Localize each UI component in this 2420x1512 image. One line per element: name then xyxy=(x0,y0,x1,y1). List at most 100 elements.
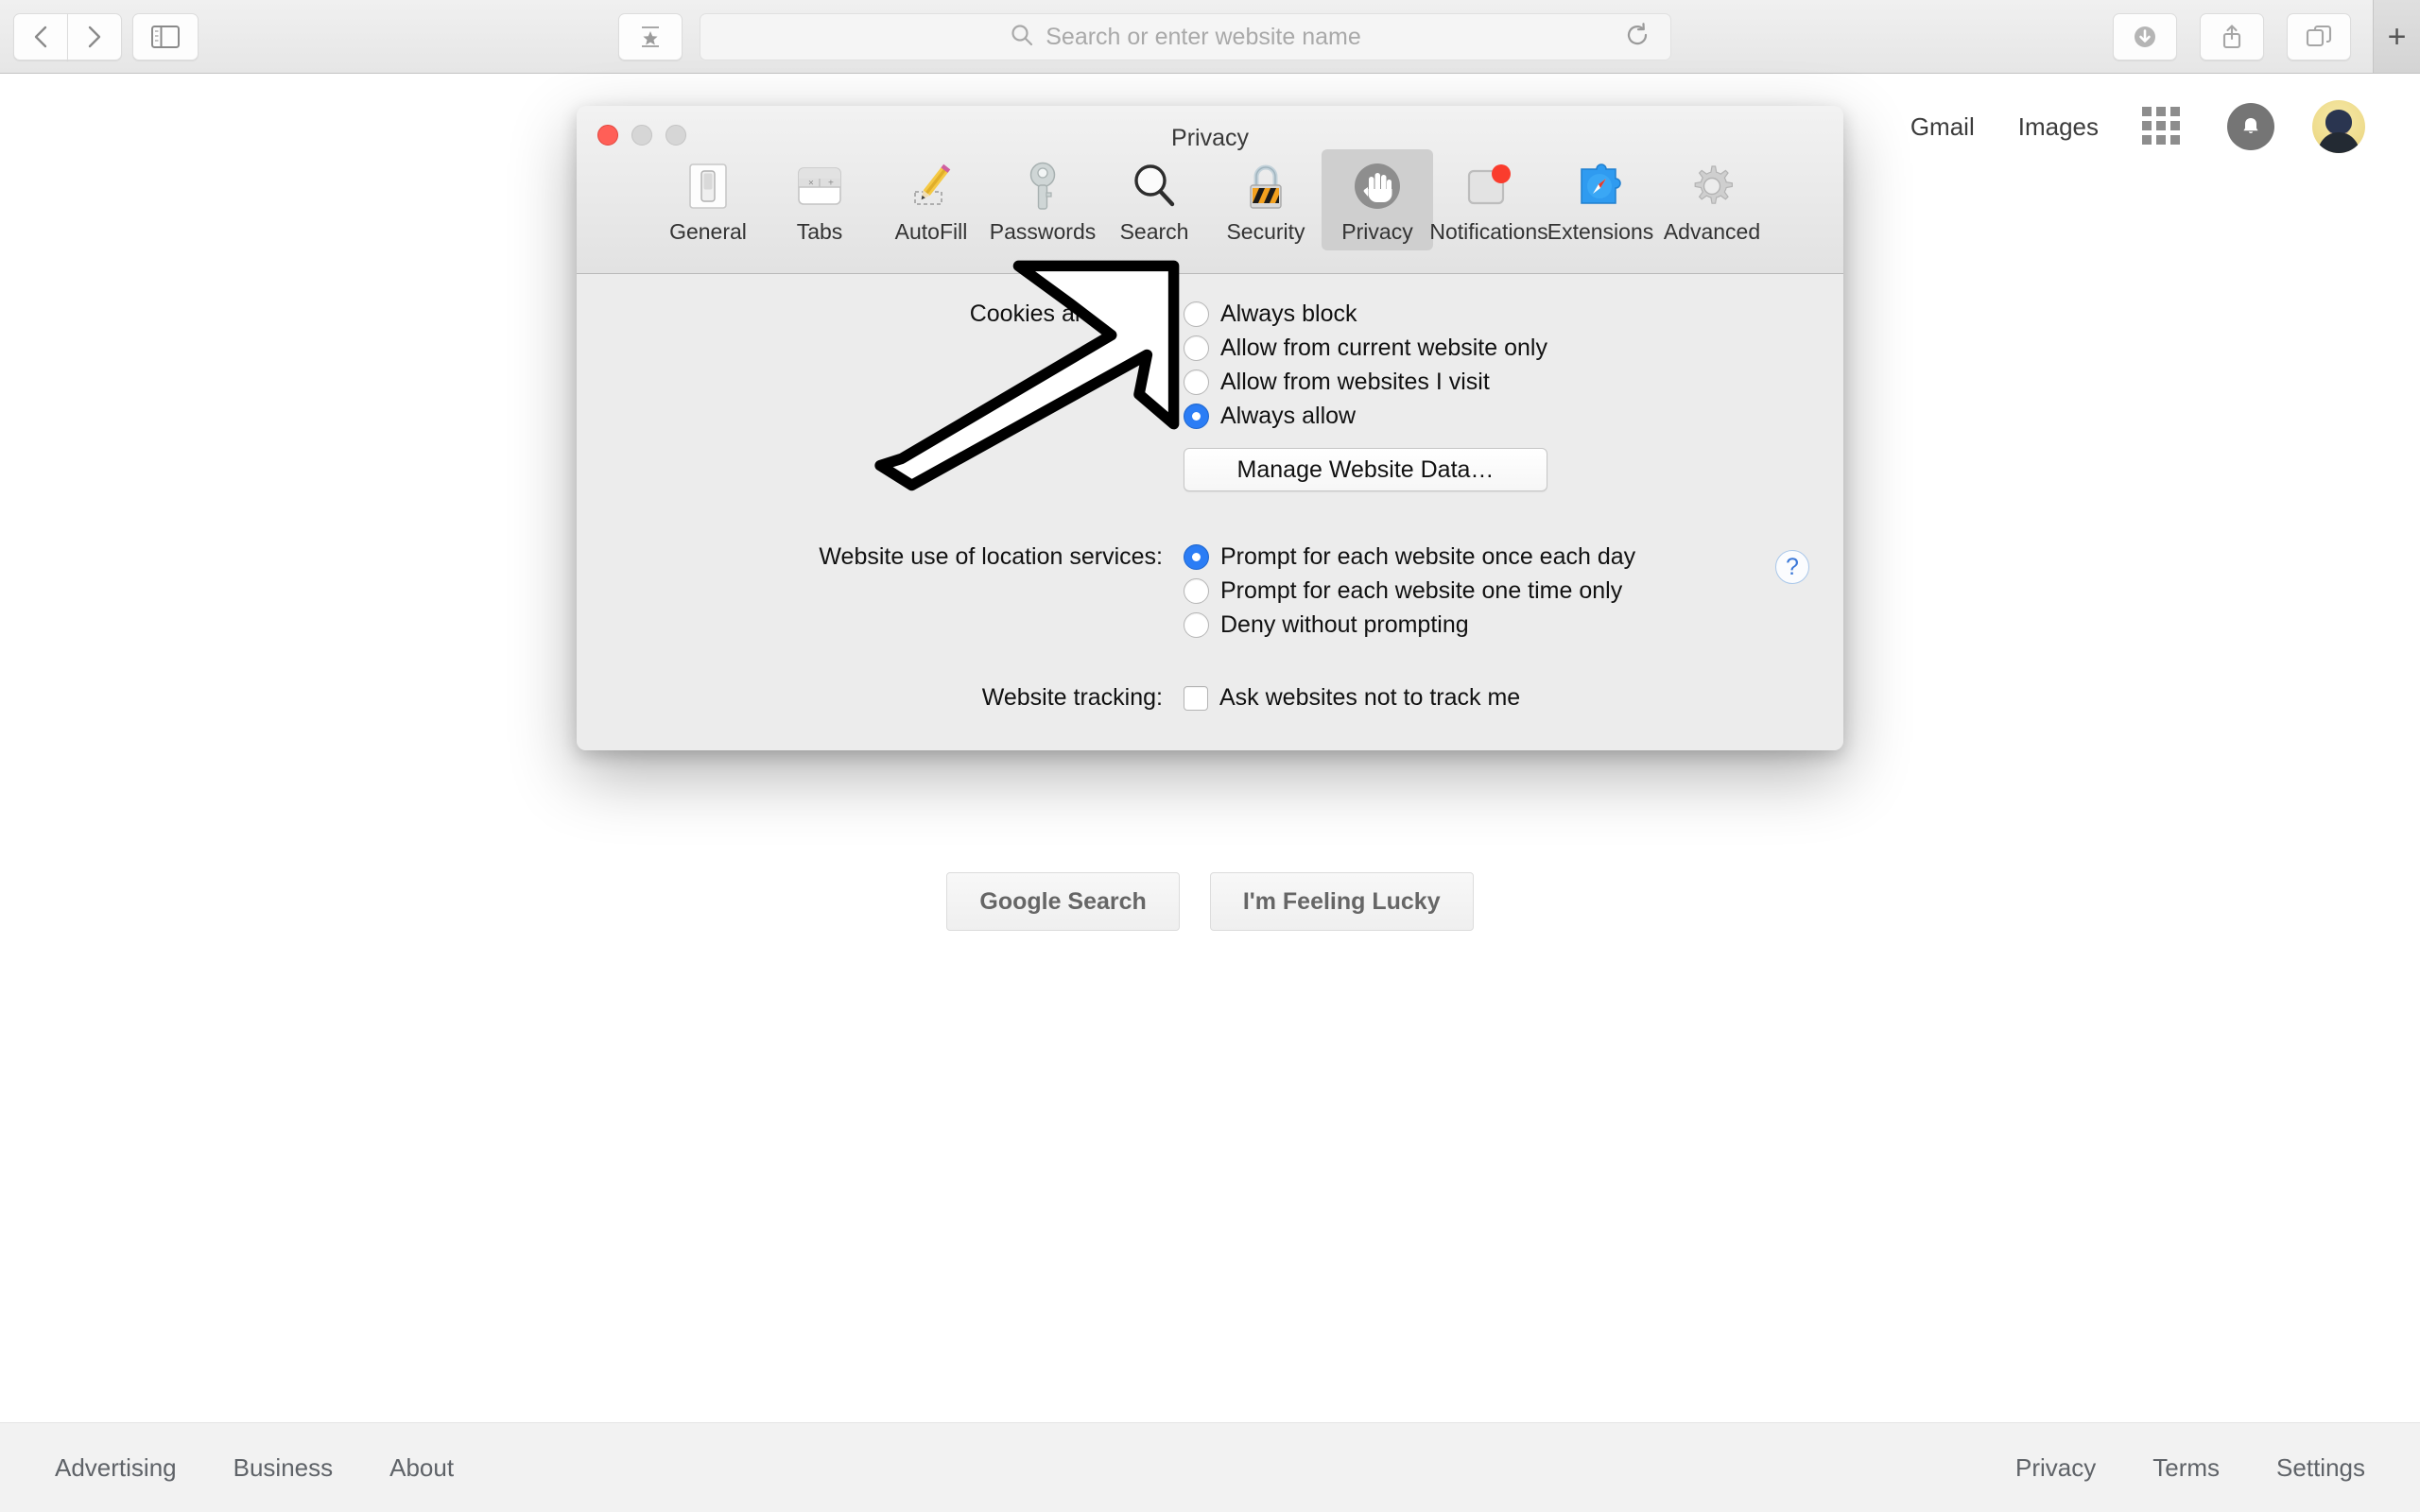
toolbar-tab-advanced[interactable]: Advanced xyxy=(1656,149,1768,250)
new-tab-label: + xyxy=(2387,18,2407,55)
radio-label: Allow from websites I visit xyxy=(1220,369,1490,395)
manage-website-data-button[interactable]: Manage Website Data… xyxy=(1184,448,1547,491)
preferences-toolbar: General × + Tabs AutoFill Passwords Sear… xyxy=(577,149,1843,250)
key-icon xyxy=(1013,157,1072,215)
footer-link-privacy[interactable]: Privacy xyxy=(2015,1453,2096,1483)
address-bar[interactable]: Search or enter website name xyxy=(700,13,1671,60)
browser-toolbar: Search or enter website name + xyxy=(0,0,2420,74)
radio-label: Prompt for each website once each day xyxy=(1220,543,1636,570)
toolbar-tab-label: Security xyxy=(1226,219,1305,244)
footer-link-about[interactable]: About xyxy=(389,1453,454,1483)
google-search-buttons: Google Search I'm Feeling Lucky xyxy=(0,872,2420,931)
new-tab-button[interactable]: + xyxy=(2373,0,2420,73)
radio-indicator[interactable] xyxy=(1184,404,1209,429)
tab-overview-icon xyxy=(2305,24,2333,50)
location-option-one-time-only[interactable]: Prompt for each website one time only xyxy=(1184,577,1635,605)
puzzle-compass-icon xyxy=(1571,157,1630,215)
download-icon xyxy=(2131,23,2159,51)
chevron-left-icon xyxy=(30,23,51,51)
cookies-section-label: Cookies and webs xyxy=(969,301,1163,327)
tabs-icon: × + xyxy=(790,157,849,215)
radio-label: Always block xyxy=(1220,301,1357,327)
location-option-once-each-day[interactable]: Prompt for each website once each day xyxy=(1184,543,1635,571)
website-tracking-section: Website tracking: Ask websites not to tr… xyxy=(577,684,1843,712)
magnifier-icon xyxy=(1125,157,1184,215)
bookmark-star-icon xyxy=(638,23,663,51)
notification-badge-icon xyxy=(1460,157,1518,215)
footer-link-business[interactable]: Business xyxy=(233,1453,334,1483)
footer-links-left: Advertising Business About xyxy=(55,1453,454,1483)
radio-indicator[interactable] xyxy=(1184,578,1209,604)
search-icon xyxy=(1010,23,1034,52)
bookmark-button[interactable] xyxy=(618,13,683,60)
radio-label: Allow from current website only xyxy=(1220,335,1547,361)
toolbar-tab-label: Extensions xyxy=(1547,219,1654,244)
toolbar-tab-security[interactable]: Security xyxy=(1210,149,1322,250)
sidebar-toggle-button[interactable] xyxy=(132,13,199,60)
forward-button[interactable] xyxy=(67,13,122,60)
checkbox-label: Ask websites not to track me xyxy=(1219,684,1521,711)
gear-icon xyxy=(1683,157,1741,215)
radio-label: Prompt for each website one time only xyxy=(1220,577,1623,604)
toolbar-tab-search[interactable]: Search xyxy=(1098,149,1210,250)
radio-indicator[interactable] xyxy=(1184,369,1209,395)
cookies-radio-group: Always block Allow from current website … xyxy=(1184,301,1547,491)
toolbar-tab-passwords[interactable]: Passwords xyxy=(987,149,1098,250)
footer-link-terms[interactable]: Terms xyxy=(2152,1453,2220,1483)
radio-indicator[interactable] xyxy=(1184,335,1209,361)
tracking-checkbox-row[interactable]: Ask websites not to track me xyxy=(1184,684,1520,712)
google-footer: Advertising Business About Privacy Terms… xyxy=(0,1422,2420,1512)
sidebar-toggle-icon xyxy=(151,26,180,48)
location-services-section: Website use of location services: Prompt… xyxy=(577,543,1843,639)
toolbar-tab-label: Advanced xyxy=(1663,219,1761,244)
autofill-pencil-icon xyxy=(902,157,960,215)
radio-indicator[interactable] xyxy=(1184,544,1209,570)
help-button[interactable]: ? xyxy=(1775,550,1809,584)
reload-icon xyxy=(1623,21,1651,54)
footer-link-settings[interactable]: Settings xyxy=(2276,1453,2365,1483)
chevron-right-icon xyxy=(84,23,105,51)
website-tracking-label: Website tracking: xyxy=(981,684,1163,711)
share-button[interactable] xyxy=(2200,13,2264,60)
downloads-button[interactable] xyxy=(2113,13,2177,60)
radio-indicator[interactable] xyxy=(1184,301,1209,327)
nav-link-images[interactable]: Images xyxy=(2018,112,2099,142)
google-search-button[interactable]: Google Search xyxy=(946,872,1180,931)
radio-label: Always allow xyxy=(1220,403,1357,429)
toolbar-tab-autofill[interactable]: AutoFill xyxy=(875,149,987,250)
reload-button[interactable] xyxy=(1621,21,1653,53)
ask-not-to-track-checkbox[interactable] xyxy=(1184,685,1208,711)
toolbar-tab-label: Search xyxy=(1119,219,1189,244)
cookies-option-current-website-only[interactable]: Allow from current website only xyxy=(1184,335,1547,362)
bell-icon[interactable] xyxy=(2227,103,2274,150)
share-icon xyxy=(2219,23,2245,51)
nav-link-gmail[interactable]: Gmail xyxy=(1910,112,1975,142)
location-option-deny[interactable]: Deny without prompting xyxy=(1184,611,1635,639)
back-button[interactable] xyxy=(13,13,68,60)
toolbar-tab-label: Privacy xyxy=(1341,219,1413,244)
address-input-placeholder: Search or enter website name xyxy=(1046,23,1361,50)
toolbar-tab-extensions[interactable]: Extensions xyxy=(1545,149,1656,250)
toolbar-tab-tabs[interactable]: × + Tabs xyxy=(764,149,875,250)
cookies-option-always-block[interactable]: Always block xyxy=(1184,301,1547,328)
toolbar-tab-notifications[interactable]: Notifications xyxy=(1429,149,1548,250)
toolbar-tab-label: Tabs xyxy=(796,219,843,244)
location-services-label: Website use of location services: xyxy=(819,543,1163,570)
cookies-option-always-allow[interactable]: Always allow xyxy=(1184,403,1547,430)
feeling-lucky-button[interactable]: I'm Feeling Lucky xyxy=(1209,872,1474,931)
footer-link-advertising[interactable]: Advertising xyxy=(55,1453,177,1483)
tab-overview-button[interactable] xyxy=(2287,13,2351,60)
radio-indicator[interactable] xyxy=(1184,612,1209,638)
radio-label: Deny without prompting xyxy=(1220,611,1469,638)
toolbar-tab-label: AutoFill xyxy=(894,219,968,244)
svg-text:+: + xyxy=(828,179,834,189)
google-top-nav: Gmail Images xyxy=(1910,100,2365,153)
window-title: Privacy xyxy=(1171,125,1249,151)
apps-grid-icon[interactable] xyxy=(2142,107,2182,146)
safari-preferences-window: Privacy General × + Tabs AutoFill Passwo… xyxy=(577,106,1843,750)
avatar[interactable] xyxy=(2312,100,2365,153)
toolbar-tab-general[interactable]: General xyxy=(652,149,764,250)
cookies-option-websites-i-visit[interactable]: Allow from websites I visit xyxy=(1184,369,1547,396)
cookies-section: Cookies and webs Always block Allow from… xyxy=(577,301,1843,491)
toolbar-tab-privacy[interactable]: Privacy xyxy=(1322,149,1433,250)
